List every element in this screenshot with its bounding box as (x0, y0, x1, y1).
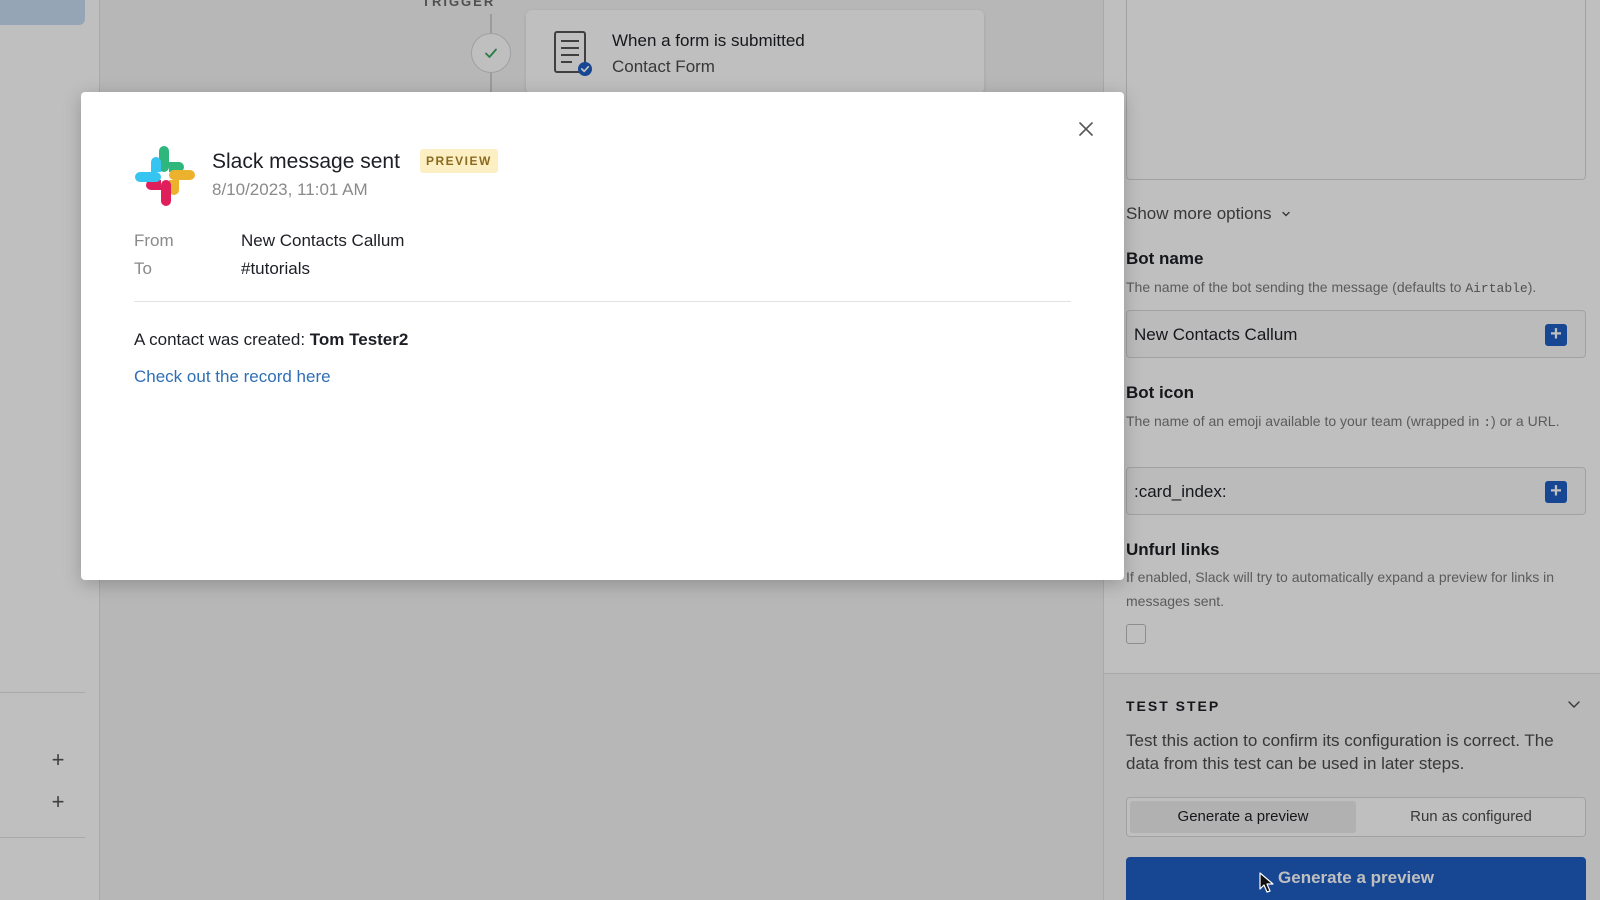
from-label: From (134, 231, 174, 250)
to-value: #tutorials (241, 259, 310, 278)
from-value: New Contacts Callum (241, 231, 405, 250)
modal-timestamp: 8/10/2023, 11:01 AM (212, 180, 368, 199)
modal-divider (134, 301, 1071, 302)
preview-badge: PREVIEW (420, 149, 498, 173)
record-link[interactable]: Check out the record here (134, 367, 331, 387)
modal-title: Slack message sent (212, 150, 400, 173)
slack-logo-icon (135, 146, 195, 206)
mouse-cursor-icon (1259, 872, 1274, 893)
to-label: To (134, 259, 152, 278)
message-body: A contact was created: Tom Tester2 (134, 330, 409, 349)
contact-name: Tom Tester2 (309, 330, 409, 349)
close-icon[interactable] (1075, 118, 1097, 140)
